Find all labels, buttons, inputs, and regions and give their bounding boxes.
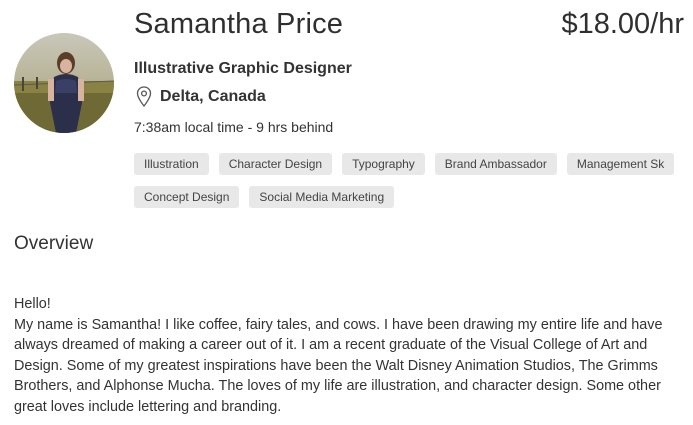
- location: Delta, Canada: [136, 86, 266, 108]
- avatar[interactable]: [14, 33, 114, 133]
- skills-row: Illustration Character Design Typography…: [134, 153, 693, 175]
- skill-tag[interactable]: Management Sk: [566, 153, 675, 175]
- local-time: 7:38am local time - 9 hrs behind: [134, 119, 334, 135]
- profile-title: Illustrative Graphic Designer: [134, 60, 352, 77]
- skills-list: Illustration Character Design Typography…: [134, 153, 693, 219]
- avatar-photo: [14, 33, 114, 133]
- location-text: Delta, Canada: [160, 88, 266, 105]
- map-pin-icon: [136, 86, 152, 108]
- skill-tag[interactable]: Illustration: [134, 153, 209, 175]
- skill-tag[interactable]: Brand Ambassador: [434, 153, 557, 175]
- freelancer-name: Samantha Price: [134, 8, 344, 40]
- skill-tag[interactable]: Typography: [342, 153, 425, 175]
- skills-row: Concept Design Social Media Marketing: [134, 186, 693, 208]
- overview-heading: Overview: [14, 233, 94, 254]
- skill-tag[interactable]: Character Design: [218, 153, 333, 175]
- hourly-rate: $18.00/hr: [561, 8, 684, 40]
- skill-tag[interactable]: Social Media Marketing: [249, 186, 395, 208]
- skill-tag[interactable]: Concept Design: [134, 186, 240, 208]
- overview-text: Hello! My name is Samantha! I like coffe…: [14, 296, 663, 415]
